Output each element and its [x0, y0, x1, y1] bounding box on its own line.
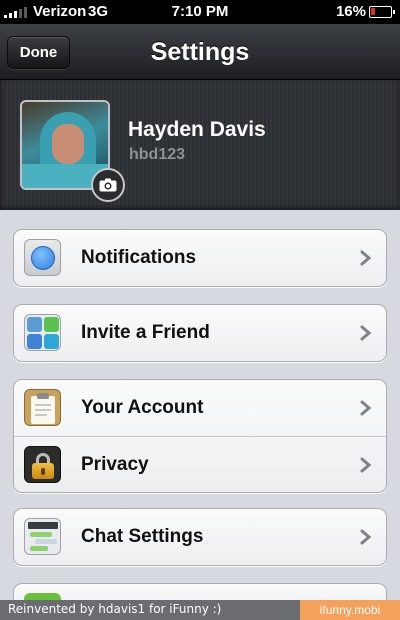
chat-settings-icon — [24, 518, 61, 555]
chevron-right-icon — [360, 529, 372, 545]
notifications-label: Notifications — [81, 247, 197, 268]
invite-friend-icon — [24, 314, 61, 351]
privacy-row[interactable]: Privacy — [14, 436, 386, 492]
profile-header: Hayden Davis hbd123 — [0, 80, 400, 210]
camera-icon[interactable] — [91, 168, 125, 202]
navigation-bar: Done Settings — [0, 24, 400, 80]
chat-group: Chat Settings — [13, 508, 387, 566]
clipboard-icon — [24, 389, 61, 426]
invite-friend-label: Invite a Friend — [81, 322, 210, 343]
profile-name: Hayden Davis — [128, 118, 266, 141]
profile-username: hbd123 — [129, 146, 186, 163]
watermark-bar: Reinvented by hdavis1 for iFunny :) ifun… — [0, 600, 400, 620]
chevron-right-icon — [360, 250, 372, 266]
watermark-credit: Reinvented by hdavis1 for iFunny :) — [8, 602, 222, 616]
lock-icon — [24, 446, 61, 483]
chat-settings-label: Chat Settings — [81, 526, 204, 547]
account-group: Your Account Privacy — [13, 379, 387, 493]
status-bar: Verizon 3G 7:10 PM 16% — [0, 0, 400, 24]
chevron-right-icon — [360, 400, 372, 416]
notifications-icon — [24, 239, 61, 276]
your-account-label: Your Account — [81, 397, 204, 418]
chevron-right-icon — [360, 457, 372, 473]
chevron-right-icon — [360, 325, 372, 341]
invite-group: Invite a Friend — [13, 304, 387, 362]
battery-percent: 16% — [335, 3, 366, 20]
battery-icon — [369, 6, 395, 18]
chat-settings-row[interactable]: Chat Settings — [14, 509, 386, 565]
watermark-site: ifunny.mobi — [300, 600, 400, 620]
notifications-row[interactable]: Notifications — [14, 230, 386, 286]
privacy-label: Privacy — [81, 454, 149, 475]
page-title: Settings — [150, 38, 250, 66]
invite-friend-row[interactable]: Invite a Friend — [14, 305, 386, 361]
notifications-group: Notifications — [13, 229, 387, 287]
your-account-row[interactable]: Your Account — [14, 380, 386, 436]
